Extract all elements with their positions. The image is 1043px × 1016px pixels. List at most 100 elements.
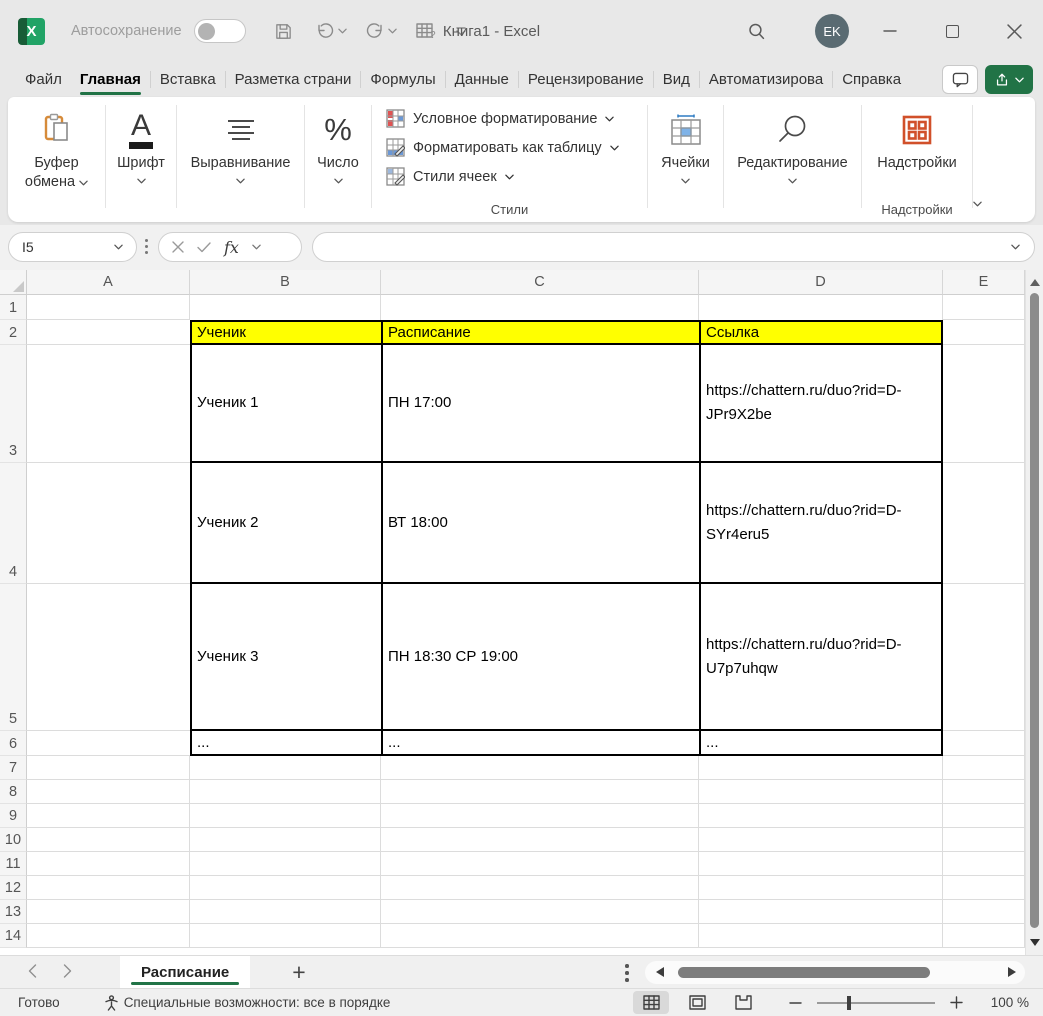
share-button[interactable] [985, 65, 1033, 94]
name-box[interactable]: I5 [8, 232, 137, 262]
cell-D1[interactable] [699, 295, 943, 320]
cell-C9[interactable] [381, 804, 699, 828]
row-header-13[interactable]: 13 [0, 900, 27, 924]
cell-E12[interactable] [943, 876, 1025, 900]
column-header-A[interactable]: A [27, 270, 190, 295]
cell-A4[interactable] [27, 463, 190, 584]
cell-C1[interactable] [381, 295, 699, 320]
cell-D6[interactable]: ... [699, 731, 943, 756]
zoom-out-button[interactable] [789, 1001, 802, 1005]
cell-D2-table-header[interactable]: Ссылка [699, 320, 943, 345]
scrollbar-grip[interactable] [625, 964, 629, 982]
cell-C3[interactable]: ПН 17:00 [381, 345, 699, 463]
row-header-1[interactable]: 1 [0, 295, 27, 320]
cell-D8[interactable] [699, 780, 943, 804]
formula-input[interactable] [312, 232, 1035, 262]
group-clipboard[interactable]: Буфер обмена [8, 97, 105, 222]
chevron-down-icon[interactable] [1011, 244, 1020, 250]
autosave-toggle[interactable] [194, 19, 246, 43]
chevron-down-icon[interactable] [252, 244, 261, 250]
cell-B7[interactable] [190, 756, 381, 780]
vertical-scrollbar[interactable] [1025, 270, 1043, 955]
row-header-6[interactable]: 6 [0, 731, 27, 756]
horizontal-scrollbar[interactable] [645, 961, 1025, 984]
cell-C14[interactable] [381, 924, 699, 948]
cell-E11[interactable] [943, 852, 1025, 876]
scroll-down-arrow-icon[interactable] [1030, 939, 1040, 946]
cell-D4[interactable]: https://chattern.ru/duo?rid=D-SYr4eru5 [699, 463, 943, 584]
group-editing[interactable]: Редактирование [724, 97, 861, 222]
cell-E5[interactable] [943, 584, 1025, 731]
tab-page-layout[interactable]: Разметка страни [226, 62, 361, 97]
cell-B14[interactable] [190, 924, 381, 948]
add-sheet-button[interactable]: + [292, 961, 305, 984]
cell-B4[interactable]: Ученик 2 [190, 463, 381, 584]
row-header-3[interactable]: 3 [0, 345, 27, 463]
cell-E8[interactable] [943, 780, 1025, 804]
row-header-14[interactable]: 14 [0, 924, 27, 948]
next-sheet-button[interactable] [59, 960, 76, 985]
tab-help[interactable]: Справка [833, 62, 910, 97]
cell-C8[interactable] [381, 780, 699, 804]
group-number[interactable]: % Число [305, 97, 371, 222]
cell-C2-table-header[interactable]: Расписание [381, 320, 699, 345]
zoom-level[interactable]: 100 % [979, 995, 1029, 1010]
scroll-left-arrow-icon[interactable] [656, 967, 664, 977]
cell-B9[interactable] [190, 804, 381, 828]
table-question-button[interactable]: ? [411, 17, 441, 45]
view-page-break-button[interactable] [725, 991, 761, 1014]
search-button[interactable] [736, 0, 776, 62]
horizontal-scrollbar-thumb[interactable] [678, 967, 930, 978]
cell-E3[interactable] [943, 345, 1025, 463]
tab-file[interactable]: Файл [16, 62, 71, 97]
scroll-up-arrow-icon[interactable] [1030, 279, 1040, 286]
column-header-B[interactable]: B [190, 270, 381, 295]
maximize-button[interactable] [928, 0, 976, 62]
cell-A10[interactable] [27, 828, 190, 852]
view-page-layout-button[interactable] [679, 991, 715, 1014]
cell-B5[interactable]: Ученик 3 [190, 584, 381, 731]
row-header-12[interactable]: 12 [0, 876, 27, 900]
cell-A9[interactable] [27, 804, 190, 828]
cell-A13[interactable] [27, 900, 190, 924]
group-cells[interactable]: Ячейки [648, 97, 723, 222]
group-alignment[interactable]: Выравнивание [177, 97, 304, 222]
tab-insert[interactable]: Вставка [151, 62, 225, 97]
tab-data[interactable]: Данные [446, 62, 518, 97]
cell-D7[interactable] [699, 756, 943, 780]
cell-D10[interactable] [699, 828, 943, 852]
cell-A6[interactable] [27, 731, 190, 756]
cell-E14[interactable] [943, 924, 1025, 948]
zoom-slider-thumb[interactable] [847, 996, 851, 1010]
row-header-2[interactable]: 2 [0, 320, 27, 345]
cell-A5[interactable] [27, 584, 190, 731]
cell-B12[interactable] [190, 876, 381, 900]
previous-sheet-button[interactable] [24, 960, 41, 985]
cell-B13[interactable] [190, 900, 381, 924]
cell-A12[interactable] [27, 876, 190, 900]
cell-C11[interactable] [381, 852, 699, 876]
cell-E7[interactable] [943, 756, 1025, 780]
tab-review[interactable]: Рецензирование [519, 62, 653, 97]
save-button[interactable] [270, 18, 297, 45]
format-as-table-button[interactable]: Форматировать как таблицу [372, 133, 619, 162]
column-header-E[interactable]: E [943, 270, 1025, 295]
cell-B11[interactable] [190, 852, 381, 876]
redo-button[interactable] [361, 17, 401, 45]
tab-automate[interactable]: Автоматизирова [700, 62, 832, 97]
cell-C5[interactable]: ПН 18:30 СР 19:00 [381, 584, 699, 731]
cell-E6[interactable] [943, 731, 1025, 756]
cell-E4[interactable] [943, 463, 1025, 584]
cell-A3[interactable] [27, 345, 190, 463]
cell-D5[interactable]: https://chattern.ru/duo?rid=D-U7p7uhqw [699, 584, 943, 731]
row-header-10[interactable]: 10 [0, 828, 27, 852]
row-header-7[interactable]: 7 [0, 756, 27, 780]
enter-check-icon[interactable] [197, 242, 211, 253]
cell-C12[interactable] [381, 876, 699, 900]
minimize-button[interactable] [866, 0, 914, 62]
row-header-5[interactable]: 5 [0, 584, 27, 731]
row-header-9[interactable]: 9 [0, 804, 27, 828]
cell-E9[interactable] [943, 804, 1025, 828]
row-header-4[interactable]: 4 [0, 463, 27, 584]
cell-D12[interactable] [699, 876, 943, 900]
